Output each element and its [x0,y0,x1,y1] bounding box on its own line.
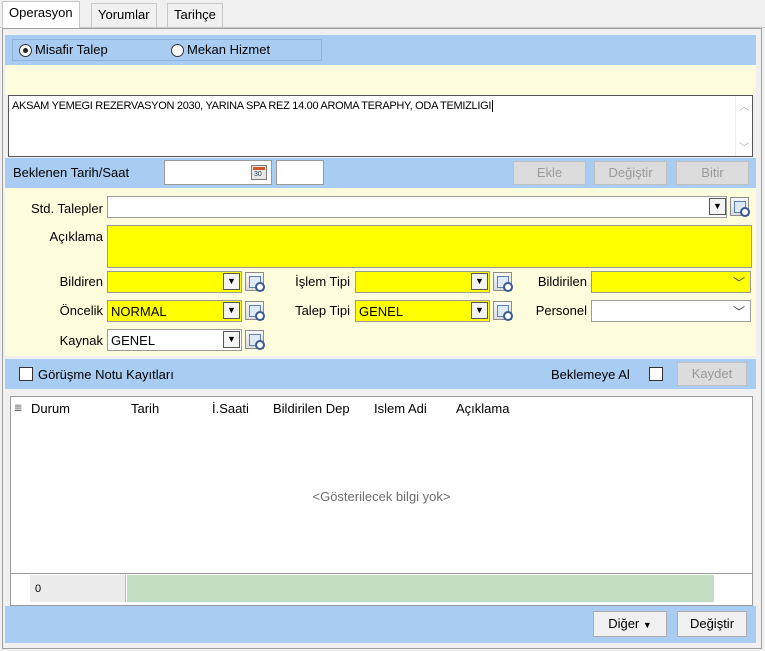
radio-label-mekan-hizmet[interactable]: Mekan Hizmet [187,42,270,57]
cream-spacer [5,65,756,95]
column-header[interactable]: İ.Saati [212,401,249,416]
grid-footer-divider [11,573,752,574]
expected-date-input[interactable]: 30 [164,160,272,185]
priority-label: Öncelik [59,303,103,318]
source-dropdown-icon[interactable]: ▼ [223,331,240,348]
change-button[interactable]: Değiştir [594,161,667,185]
chevron-down-icon[interactable]: ﹀ [733,274,745,291]
hold-label[interactable]: Beklemeye Al [551,367,630,382]
column-chooser-icon[interactable]: ≣ [14,403,22,414]
operation-type-field[interactable] [355,271,490,293]
finish-button[interactable]: Bitir [676,161,749,185]
empty-grid-message: <Gösterilecek bilgi yok> [312,489,451,504]
priority-dropdown-icon[interactable]: ▼ [223,302,240,319]
text-cursor [492,100,494,112]
reporter-label: Bildiren [59,274,103,289]
other-menu-button[interactable]: Diğer ▼ [593,611,667,637]
calendar-icon[interactable]: 30 [251,165,267,180]
scroll-down-icon[interactable]: ﹀ [736,139,752,154]
tab-yorumlar[interactable]: Yorumlar [91,3,157,27]
meeting-notes-checkbox[interactable] [19,367,33,381]
radio-misafir-talep[interactable] [19,44,32,57]
source-label: Kaynak [59,333,103,348]
grid-footer-summary [127,575,714,602]
add-button[interactable]: Ekle [513,161,586,185]
request-type-lookup-icon[interactable] [493,301,513,321]
source-lookup-icon[interactable] [245,330,265,350]
priority-lookup-icon[interactable] [245,301,265,321]
priority-field[interactable]: NORMAL [107,300,242,322]
history-grid[interactable]: ≣ Durum Tarih İ.Saati Bildirilen Dep Isl… [10,396,753,606]
request-type-dropdown-icon[interactable]: ▼ [471,302,488,319]
reporter-lookup-icon[interactable] [245,272,265,292]
bottom-change-button[interactable]: Değiştir [677,611,747,637]
tab-tarihce[interactable]: Tarihçe [167,3,223,27]
std-requests-dropdown-icon[interactable]: ▼ [709,198,726,215]
tab-operasyon[interactable]: Operasyon [2,1,80,28]
operation-type-label: İşlem Tipi [295,274,350,289]
chevron-down-icon[interactable]: ﹀ [733,303,745,320]
column-header[interactable]: Açıklama [456,401,509,416]
source-field[interactable]: GENEL [107,329,242,351]
meeting-notes-label[interactable]: Görüşme Notu Kayıtları [38,367,174,382]
operation-type-dropdown-icon[interactable]: ▼ [471,273,488,290]
std-requests-field[interactable] [107,196,727,218]
request-type-band: Misafir Talep Mekan Hizmet [5,35,756,65]
radio-mekan-hizmet[interactable] [171,44,184,57]
expected-time-input[interactable] [276,160,324,185]
std-requests-lookup-icon[interactable] [730,197,750,217]
reporter-field[interactable] [107,271,242,293]
scroll-up-icon[interactable]: ︿ [736,98,752,113]
reporter-dropdown-icon[interactable]: ▼ [223,273,240,290]
request-notes-textarea[interactable]: AKSAM YEMEGI REZERVASYON 2030, YARINA SP… [8,95,753,157]
expected-datetime-label: Beklenen Tarih/Saat [13,165,130,180]
hold-checkbox[interactable] [649,367,663,381]
staff-select[interactable]: ﹀ [591,300,751,322]
radio-label-misafir-talep[interactable]: Misafir Talep [35,42,108,57]
description-label: Açıklama [49,229,103,244]
reported-to-select[interactable]: ﹀ [591,271,751,293]
column-header[interactable]: Islem Adi [374,401,427,416]
staff-label: Personel [535,303,587,318]
column-header[interactable]: Durum [31,401,70,416]
reported-to-label: Bildirilen [537,274,587,289]
request-type-label: Talep Tipi [295,303,350,318]
column-header[interactable]: Tarih [131,401,159,416]
grid-footer-count: 0 [30,575,126,602]
notes-scrollbar[interactable]: ︿ ﹀ [735,96,752,156]
description-field[interactable] [107,225,752,268]
column-header[interactable]: Bildirilen Dep [273,401,350,416]
request-type-field[interactable]: GENEL [355,300,490,322]
save-button[interactable]: Kaydet [677,362,747,386]
dropdown-arrow-icon: ▼ [642,620,652,630]
std-requests-label: Std. Talepler [30,201,103,216]
operation-type-lookup-icon[interactable] [493,272,513,292]
request-notes-text: AKSAM YEMEGI REZERVASYON 2030, YARINA SP… [12,100,492,112]
